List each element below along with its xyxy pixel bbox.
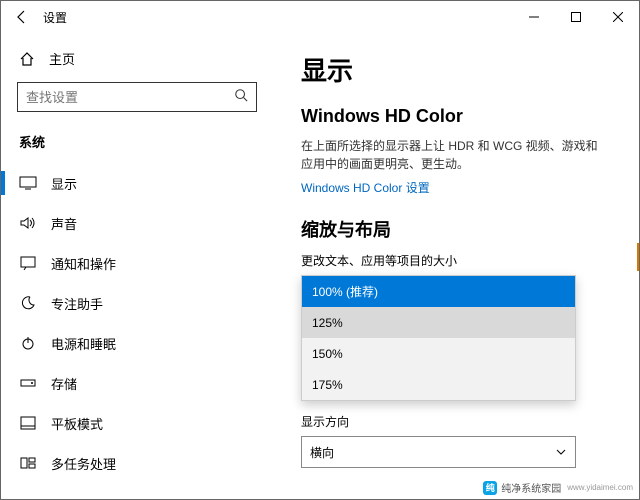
section-label: 系统: [17, 128, 271, 163]
nav-label: 专注助手: [51, 294, 103, 313]
maximize-button[interactable]: [555, 1, 597, 33]
scroll-indicator: [637, 243, 639, 271]
nav-multitasking[interactable]: 多任务处理: [17, 443, 271, 483]
nav-label: 电源和睡眠: [51, 334, 116, 353]
scale-option-125[interactable]: 125%: [302, 307, 575, 338]
search-input-container[interactable]: [17, 82, 257, 112]
nav-label: 显示: [51, 174, 77, 193]
nav-label: 平板模式: [51, 414, 103, 433]
multitask-icon: [19, 457, 37, 469]
orientation-value: 横向: [310, 444, 334, 461]
sidebar: 主页 系统 显示 声音 通知和操作: [1, 33, 271, 499]
home-label: 主页: [49, 49, 75, 68]
tablet-icon: [19, 416, 37, 430]
titlebar: 设置: [1, 1, 639, 33]
scale-dropdown-list: 100% (推荐) 125% 150% 175%: [301, 275, 576, 401]
nav-label: 通知和操作: [51, 254, 116, 273]
scale-select[interactable]: 100% (推荐) 125% 150% 175%: [301, 275, 576, 403]
scale-option-175[interactable]: 175%: [302, 369, 575, 400]
sound-icon: [19, 216, 37, 230]
hd-color-heading: Windows HD Color: [301, 106, 609, 127]
minimize-button[interactable]: [513, 1, 555, 33]
nav-sound[interactable]: 声音: [17, 203, 271, 243]
chevron-down-icon: [555, 446, 567, 458]
hd-color-description: 在上面所选择的显示器上让 HDR 和 WCG 视频、游戏和应用中的画面更明亮、更…: [301, 137, 601, 173]
content-area: 显示 Windows HD Color 在上面所选择的显示器上让 HDR 和 W…: [271, 33, 639, 499]
scale-label: 更改文本、应用等项目的大小: [301, 252, 609, 269]
watermark-logo-icon: 纯: [483, 481, 497, 495]
nav-tablet-mode[interactable]: 平板模式: [17, 403, 271, 443]
moon-icon: [19, 296, 37, 310]
page-title: 显示: [301, 51, 609, 88]
nav-storage[interactable]: 存储: [17, 363, 271, 403]
nav-label: 多任务处理: [51, 454, 116, 473]
search-icon: [234, 88, 248, 107]
home-icon: [19, 51, 35, 67]
nav-focus-assist[interactable]: 专注助手: [17, 283, 271, 323]
scale-option-100[interactable]: 100% (推荐): [302, 276, 575, 307]
search-input[interactable]: [26, 90, 206, 105]
scale-layout-heading: 缩放与布局: [301, 216, 609, 242]
scale-option-150[interactable]: 150%: [302, 338, 575, 369]
settings-window: 设置 主页 系统: [0, 0, 640, 500]
window-title: 设置: [43, 9, 67, 26]
orientation-select[interactable]: 横向: [301, 436, 576, 468]
nav-label: 存储: [51, 374, 77, 393]
orientation-label: 显示方向: [301, 413, 609, 430]
watermark: 纯 纯净系统家园 www.yidaimei.com: [483, 480, 633, 495]
watermark-url: www.yidaimei.com: [567, 483, 633, 492]
notification-icon: [19, 256, 37, 270]
power-icon: [19, 336, 37, 350]
nav-notifications[interactable]: 通知和操作: [17, 243, 271, 283]
nav-power-sleep[interactable]: 电源和睡眠: [17, 323, 271, 363]
home-nav[interactable]: 主页: [17, 43, 271, 82]
display-icon: [19, 176, 37, 190]
nav-label: 声音: [51, 214, 77, 233]
nav-display[interactable]: 显示: [17, 163, 271, 203]
back-button[interactable]: [13, 8, 31, 26]
watermark-text: 纯净系统家园: [501, 480, 561, 495]
close-button[interactable]: [597, 1, 639, 33]
storage-icon: [19, 377, 37, 389]
hd-color-link[interactable]: Windows HD Color 设置: [301, 179, 430, 196]
